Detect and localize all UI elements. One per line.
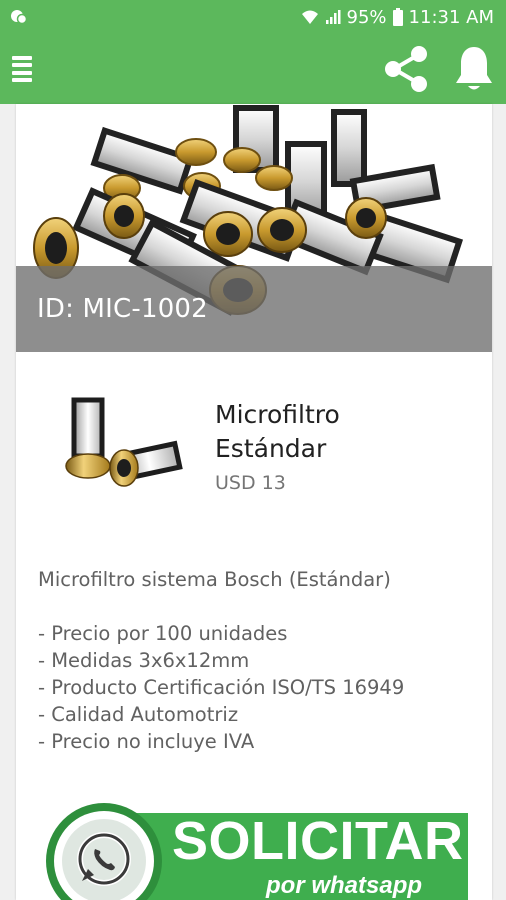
feature-item: - Medidas 3x6x12mm <box>38 649 250 672</box>
cta-label: SOLICITAR <box>172 811 463 871</box>
product-hero-image: ID: MIC-1002 <box>16 104 492 352</box>
product-id-label: ID: MIC-1002 <box>37 294 208 324</box>
notification-app-icon <box>11 10 28 25</box>
product-card[interactable]: ID: MIC-1002 Microfiltro Estándar USD 13… <box>16 104 492 900</box>
feature-item: - Calidad Automotriz <box>38 703 239 726</box>
clock: 11:31 AM <box>408 6 494 28</box>
feature-item: - Precio no incluye IVA <box>38 730 255 753</box>
feature-item: - Precio por 100 unidades <box>38 622 288 645</box>
wifi-icon <box>301 10 318 24</box>
product-title: Microfiltro Estándar <box>215 398 475 466</box>
whatsapp-request-button[interactable]: SOLICITAR por whatsapp <box>44 801 468 900</box>
feature-item: - Producto Certificación ISO/TS 16949 <box>38 676 405 699</box>
product-description: Microfiltro sistema Bosch (Estándar) - P… <box>38 566 478 755</box>
product-title-line2: Estándar <box>215 434 327 463</box>
product-title-line1: Microfiltro <box>215 400 340 429</box>
description-text: Microfiltro sistema Bosch (Estándar) <box>38 568 391 591</box>
hamburger-icon[interactable] <box>12 56 32 82</box>
product-price: USD 13 <box>215 472 286 494</box>
product-thumbnail <box>65 397 183 487</box>
battery-icon <box>392 8 403 26</box>
share-icon[interactable] <box>382 43 430 95</box>
battery-percent: 95% <box>346 6 387 28</box>
bell-icon[interactable] <box>452 43 496 95</box>
app-bar <box>0 34 506 104</box>
cta-sublabel: por whatsapp <box>265 872 422 899</box>
status-bar: 95% 11:31 AM <box>0 0 506 34</box>
signal-icon <box>325 10 341 24</box>
